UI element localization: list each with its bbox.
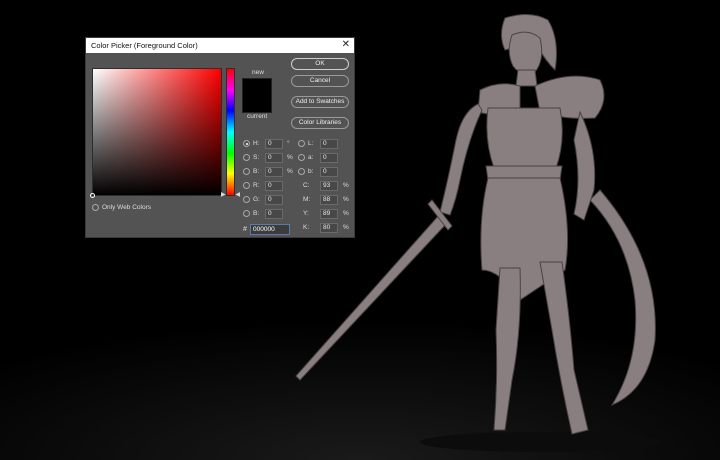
add-to-swatches-button[interactable]: Add to Swatches — [291, 96, 349, 108]
black-unit: % — [343, 224, 349, 231]
dialog-title: Color Picker (Foreground Color) — [91, 41, 198, 50]
color-field-marker[interactable] — [90, 193, 95, 198]
lab-b-input[interactable]: 0 — [320, 167, 338, 177]
lab-l-input[interactable]: 0 — [320, 139, 338, 149]
only-web-colors-label: Only Web Colors — [102, 204, 152, 211]
cyan-label: C: — [303, 182, 310, 189]
magenta-unit: % — [343, 196, 349, 203]
current-color-swatch[interactable] — [242, 96, 272, 113]
hue-unit: ° — [287, 140, 290, 147]
brightness-input[interactable]: 0 — [265, 167, 283, 177]
lab-a-label: a: — [308, 154, 314, 161]
magenta-label: M: — [303, 196, 311, 203]
hue-slider-right-arrow-icon[interactable]: ◀ — [235, 192, 240, 198]
hue-slider-left-arrow-icon[interactable]: ▶ — [221, 192, 226, 198]
green-radio[interactable] — [243, 196, 250, 203]
hue-slider[interactable]: ▶ ◀ — [221, 68, 240, 198]
color-picker-dialog: Color Picker (Foreground Color) ✕ ▶ ◀ ne… — [85, 37, 355, 238]
yellow-unit: % — [343, 210, 349, 217]
color-libraries-button[interactable]: Color Libraries — [291, 117, 349, 129]
blue-radio[interactable] — [243, 210, 250, 217]
saturation-label: S: — [253, 154, 260, 161]
red-input[interactable]: 0 — [265, 181, 283, 191]
blue-label: B: — [253, 210, 260, 217]
saturation-radio[interactable] — [243, 154, 250, 161]
lab-a-input[interactable]: 0 — [320, 153, 338, 163]
brightness-radio[interactable] — [243, 168, 250, 175]
hue-label: H: — [253, 140, 260, 147]
close-icon[interactable]: ✕ — [342, 39, 350, 50]
dialog-titlebar[interactable]: Color Picker (Foreground Color) ✕ — [86, 38, 354, 53]
lab-l-radio[interactable] — [298, 140, 305, 147]
brightness-unit: % — [287, 168, 293, 175]
brightness-label: B: — [253, 168, 260, 175]
saturation-input[interactable]: 0 — [265, 153, 283, 163]
hue-radio[interactable] — [243, 140, 250, 147]
cyan-input[interactable]: 93 — [320, 181, 338, 191]
hue-input[interactable]: 0 — [265, 139, 283, 149]
yellow-label: Y: — [303, 210, 309, 217]
green-label: G: — [253, 196, 260, 203]
lab-b-radio[interactable] — [298, 168, 305, 175]
red-label: R: — [253, 182, 260, 189]
hex-hash-label: # — [243, 226, 247, 233]
hex-input[interactable]: 000000 — [250, 224, 290, 235]
current-color-label: current — [247, 113, 268, 120]
lab-l-label: L: — [308, 140, 314, 147]
lab-b-label: b: — [308, 168, 314, 175]
red-radio[interactable] — [243, 182, 250, 189]
black-input[interactable]: 80 — [320, 223, 338, 233]
black-label: K: — [303, 224, 310, 231]
blue-input[interactable]: 0 — [265, 209, 283, 219]
new-color-swatch — [242, 78, 272, 96]
saturation-brightness-field[interactable] — [90, 68, 222, 198]
green-input[interactable]: 0 — [265, 195, 283, 205]
magenta-input[interactable]: 88 — [320, 195, 338, 205]
new-color-label: new — [252, 69, 264, 76]
cancel-button[interactable]: Cancel — [291, 75, 349, 87]
lab-a-radio[interactable] — [298, 154, 305, 161]
yellow-input[interactable]: 89 — [320, 209, 338, 219]
saturation-unit: % — [287, 154, 293, 161]
cyan-unit: % — [343, 182, 349, 189]
ok-button[interactable]: OK — [291, 58, 349, 70]
only-web-colors-checkbox[interactable] — [92, 204, 99, 211]
